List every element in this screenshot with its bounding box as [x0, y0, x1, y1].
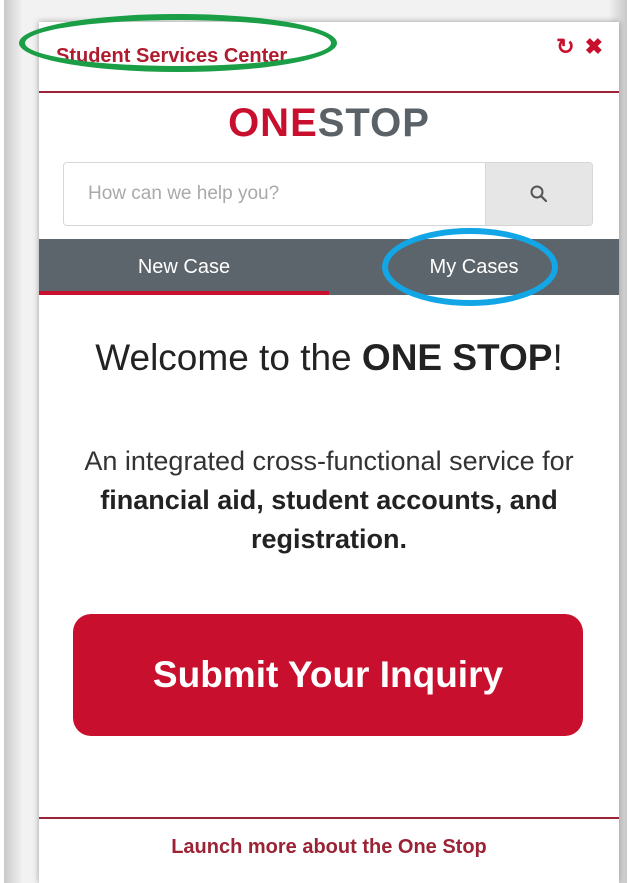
search-icon [530, 185, 548, 203]
highlight-circle-title [19, 14, 337, 72]
refresh-icon[interactable]: ↻ [556, 36, 574, 58]
service-description: An integrated cross-functional service f… [49, 442, 609, 559]
welcome-heading: Welcome to the ONE STOP! [39, 336, 619, 380]
chat-panel: Student Services Center ↻ ✖ ONESTOP New … [39, 22, 619, 883]
tab-new-case[interactable]: New Case [39, 239, 329, 295]
onestop-logo: ONESTOP [39, 103, 619, 143]
close-icon[interactable]: ✖ [585, 36, 603, 58]
search-input[interactable] [64, 163, 485, 225]
description-bold: financial aid, student accounts, and reg… [100, 485, 558, 555]
header-actions: ↻ ✖ [556, 36, 603, 58]
submit-inquiry-button[interactable]: Submit Your Inquiry [73, 614, 583, 736]
learn-more-link[interactable]: Launch more about the One Stop [39, 836, 619, 859]
highlight-circle-my-cases [382, 228, 558, 306]
logo-part-one: ONE [228, 101, 318, 145]
description-line: An integrated cross-functional service f… [84, 446, 574, 476]
welcome-emphasis: ONE STOP [361, 337, 553, 378]
welcome-prefix: Welcome to the [95, 337, 362, 378]
footer-divider [39, 817, 619, 819]
welcome-suffix: ! [552, 337, 563, 378]
search-button[interactable] [485, 163, 592, 225]
search-bar [63, 162, 593, 226]
header-divider [39, 91, 619, 93]
logo-part-stop: STOP [317, 101, 430, 145]
